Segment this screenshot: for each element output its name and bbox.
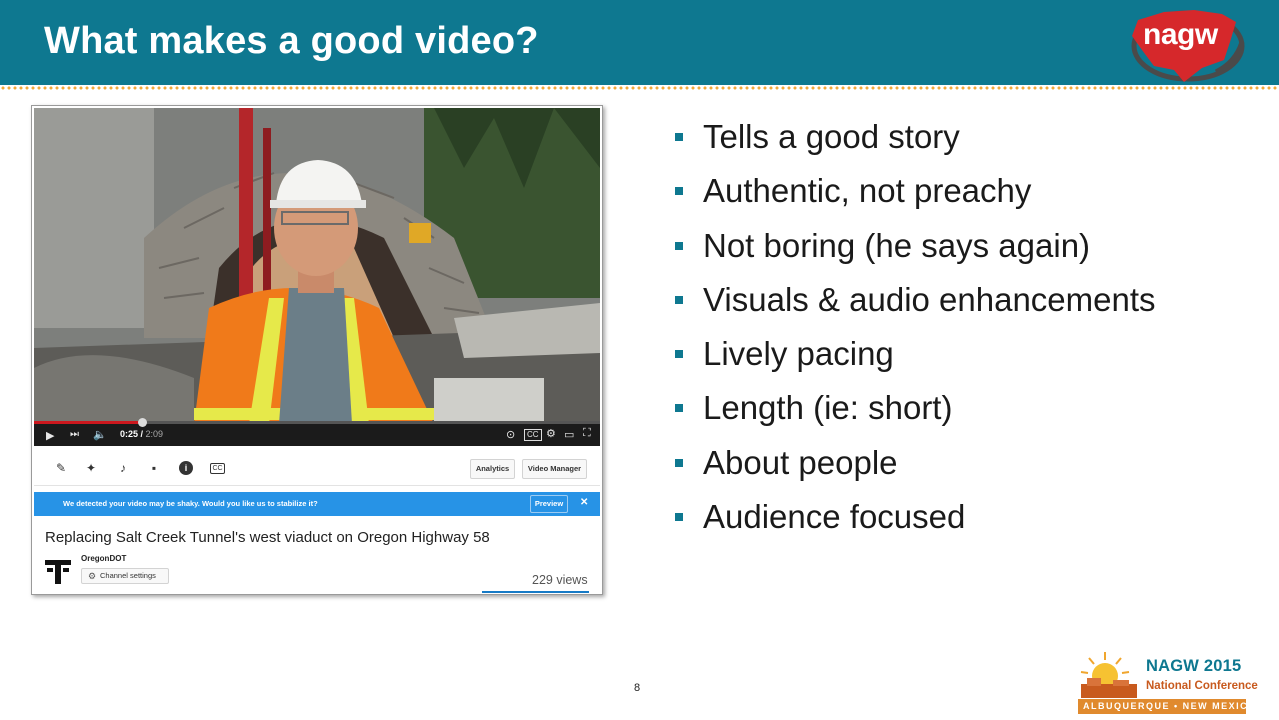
bullet-item: Visuals & audio enhancements bbox=[675, 278, 1156, 332]
bullet-item: Audience focused bbox=[675, 495, 1156, 549]
conference-title: NAGW 2015 bbox=[1146, 657, 1242, 675]
likes-bar bbox=[482, 591, 589, 593]
gear-icon: ⚙ bbox=[88, 571, 97, 581]
bullet-text: Lively pacing bbox=[703, 335, 894, 373]
bullet-text: Not boring (he says again) bbox=[703, 226, 1091, 264]
fullscreen-icon[interactable]: ⛶ bbox=[583, 427, 591, 440]
bullet-square-icon bbox=[675, 187, 683, 196]
stabilize-notice-text: We detected your video may be shaky. Wou… bbox=[63, 499, 318, 508]
video-progress-knob[interactable] bbox=[137, 418, 147, 427]
captions-icon[interactable]: CC bbox=[524, 429, 542, 441]
settings-gear-icon[interactable]: ⚙ bbox=[546, 427, 556, 440]
info-icon[interactable]: i bbox=[179, 461, 193, 475]
video-manager-button[interactable]: Video Manager bbox=[522, 459, 587, 479]
subtitles-icon[interactable]: CC bbox=[210, 463, 225, 474]
bullet-square-icon bbox=[675, 241, 683, 250]
bullet-item: About people bbox=[675, 441, 1156, 495]
play-icon[interactable]: ▶ bbox=[46, 429, 54, 442]
video-frame[interactable] bbox=[34, 108, 600, 424]
bullet-item: Lively pacing bbox=[675, 332, 1156, 386]
bullet-text: Visuals & audio enhancements bbox=[703, 280, 1156, 318]
bullet-list: Tells a good story Authentic, not preach… bbox=[675, 115, 1156, 549]
bullet-text: Authentic, not preachy bbox=[703, 172, 1032, 210]
view-count: 229 views bbox=[532, 573, 588, 587]
channel-name[interactable]: OregonDOT bbox=[81, 554, 126, 563]
video-progress-track[interactable] bbox=[34, 418, 600, 427]
bullet-square-icon bbox=[675, 295, 683, 304]
channel-settings-label: Channel settings bbox=[100, 571, 156, 580]
audio-note-icon[interactable]: ♪ bbox=[116, 461, 130, 475]
stabilize-notice-bar: We detected your video may be shaky. Wou… bbox=[34, 492, 600, 516]
enhancements-wand-icon[interactable]: ✦ bbox=[84, 461, 98, 475]
annotations-bubble-icon[interactable]: ▪ bbox=[147, 461, 161, 475]
channel-settings-button[interactable]: ⚙ Channel settings bbox=[81, 568, 169, 584]
close-icon[interactable]: ✕ bbox=[580, 497, 588, 508]
nagw-logo-text: nagw bbox=[1143, 18, 1218, 51]
video-toolbar: ✎ ✦ ♪ ▪ i CC Analytics Video Manager bbox=[34, 452, 600, 486]
header-dotted-border bbox=[0, 85, 1279, 91]
preview-button[interactable]: Preview bbox=[530, 495, 568, 513]
video-progress-fill bbox=[34, 421, 142, 424]
conference-subtitle: National Conference bbox=[1146, 680, 1258, 692]
page-number: 8 bbox=[634, 682, 641, 694]
next-icon[interactable]: ⏭ bbox=[70, 429, 79, 440]
bullet-square-icon bbox=[675, 350, 683, 359]
bullet-square-icon bbox=[675, 404, 683, 413]
bullet-item: Tells a good story bbox=[675, 115, 1156, 169]
volume-icon[interactable]: 🔈 bbox=[93, 428, 107, 441]
bullet-item: Length (ie: short) bbox=[675, 386, 1156, 440]
bullet-item: Authentic, not preachy bbox=[675, 169, 1156, 223]
bullet-text: About people bbox=[703, 443, 898, 481]
bullet-item: Not boring (he says again) bbox=[675, 224, 1156, 278]
bullet-text: Audience focused bbox=[703, 498, 966, 536]
bullet-square-icon bbox=[675, 513, 683, 522]
bullet-text: Length (ie: short) bbox=[703, 389, 953, 427]
bullet-text: Tells a good story bbox=[703, 118, 960, 155]
current-time: 0:25 bbox=[120, 429, 139, 439]
analytics-button[interactable]: Analytics bbox=[470, 459, 515, 479]
annotations-icon[interactable]: ⊙ bbox=[506, 428, 515, 441]
bullet-square-icon bbox=[675, 458, 683, 467]
edit-pencil-icon[interactable]: ✎ bbox=[54, 461, 68, 475]
bullet-square-icon bbox=[675, 133, 683, 141]
video-screenshot: ▶ ⏭ 🔈 0:25 / 2:09 ⊙ CC ⚙ ▭ ⛶ ✎ ✦ ♪ ▪ i C… bbox=[31, 105, 603, 595]
video-time: 0:25 / 2:09 bbox=[120, 429, 164, 439]
theater-mode-icon[interactable]: ▭ bbox=[564, 428, 574, 441]
oregondot-logo-icon[interactable] bbox=[43, 556, 73, 586]
slide-title: What makes a good video? bbox=[44, 20, 539, 62]
duration: 2:09 bbox=[145, 429, 164, 439]
video-player-controls: ▶ ⏭ 🔈 0:25 / 2:09 ⊙ CC ⚙ ▭ ⛶ bbox=[34, 418, 600, 446]
slide: What makes a good video? nagw ▶ ⏭ 🔈 0:25… bbox=[0, 0, 1279, 720]
video-title: Replacing Salt Creek Tunnel's west viadu… bbox=[45, 529, 490, 546]
conference-location: ALBUQUERQUE • NEW MEXICO bbox=[1083, 701, 1257, 711]
